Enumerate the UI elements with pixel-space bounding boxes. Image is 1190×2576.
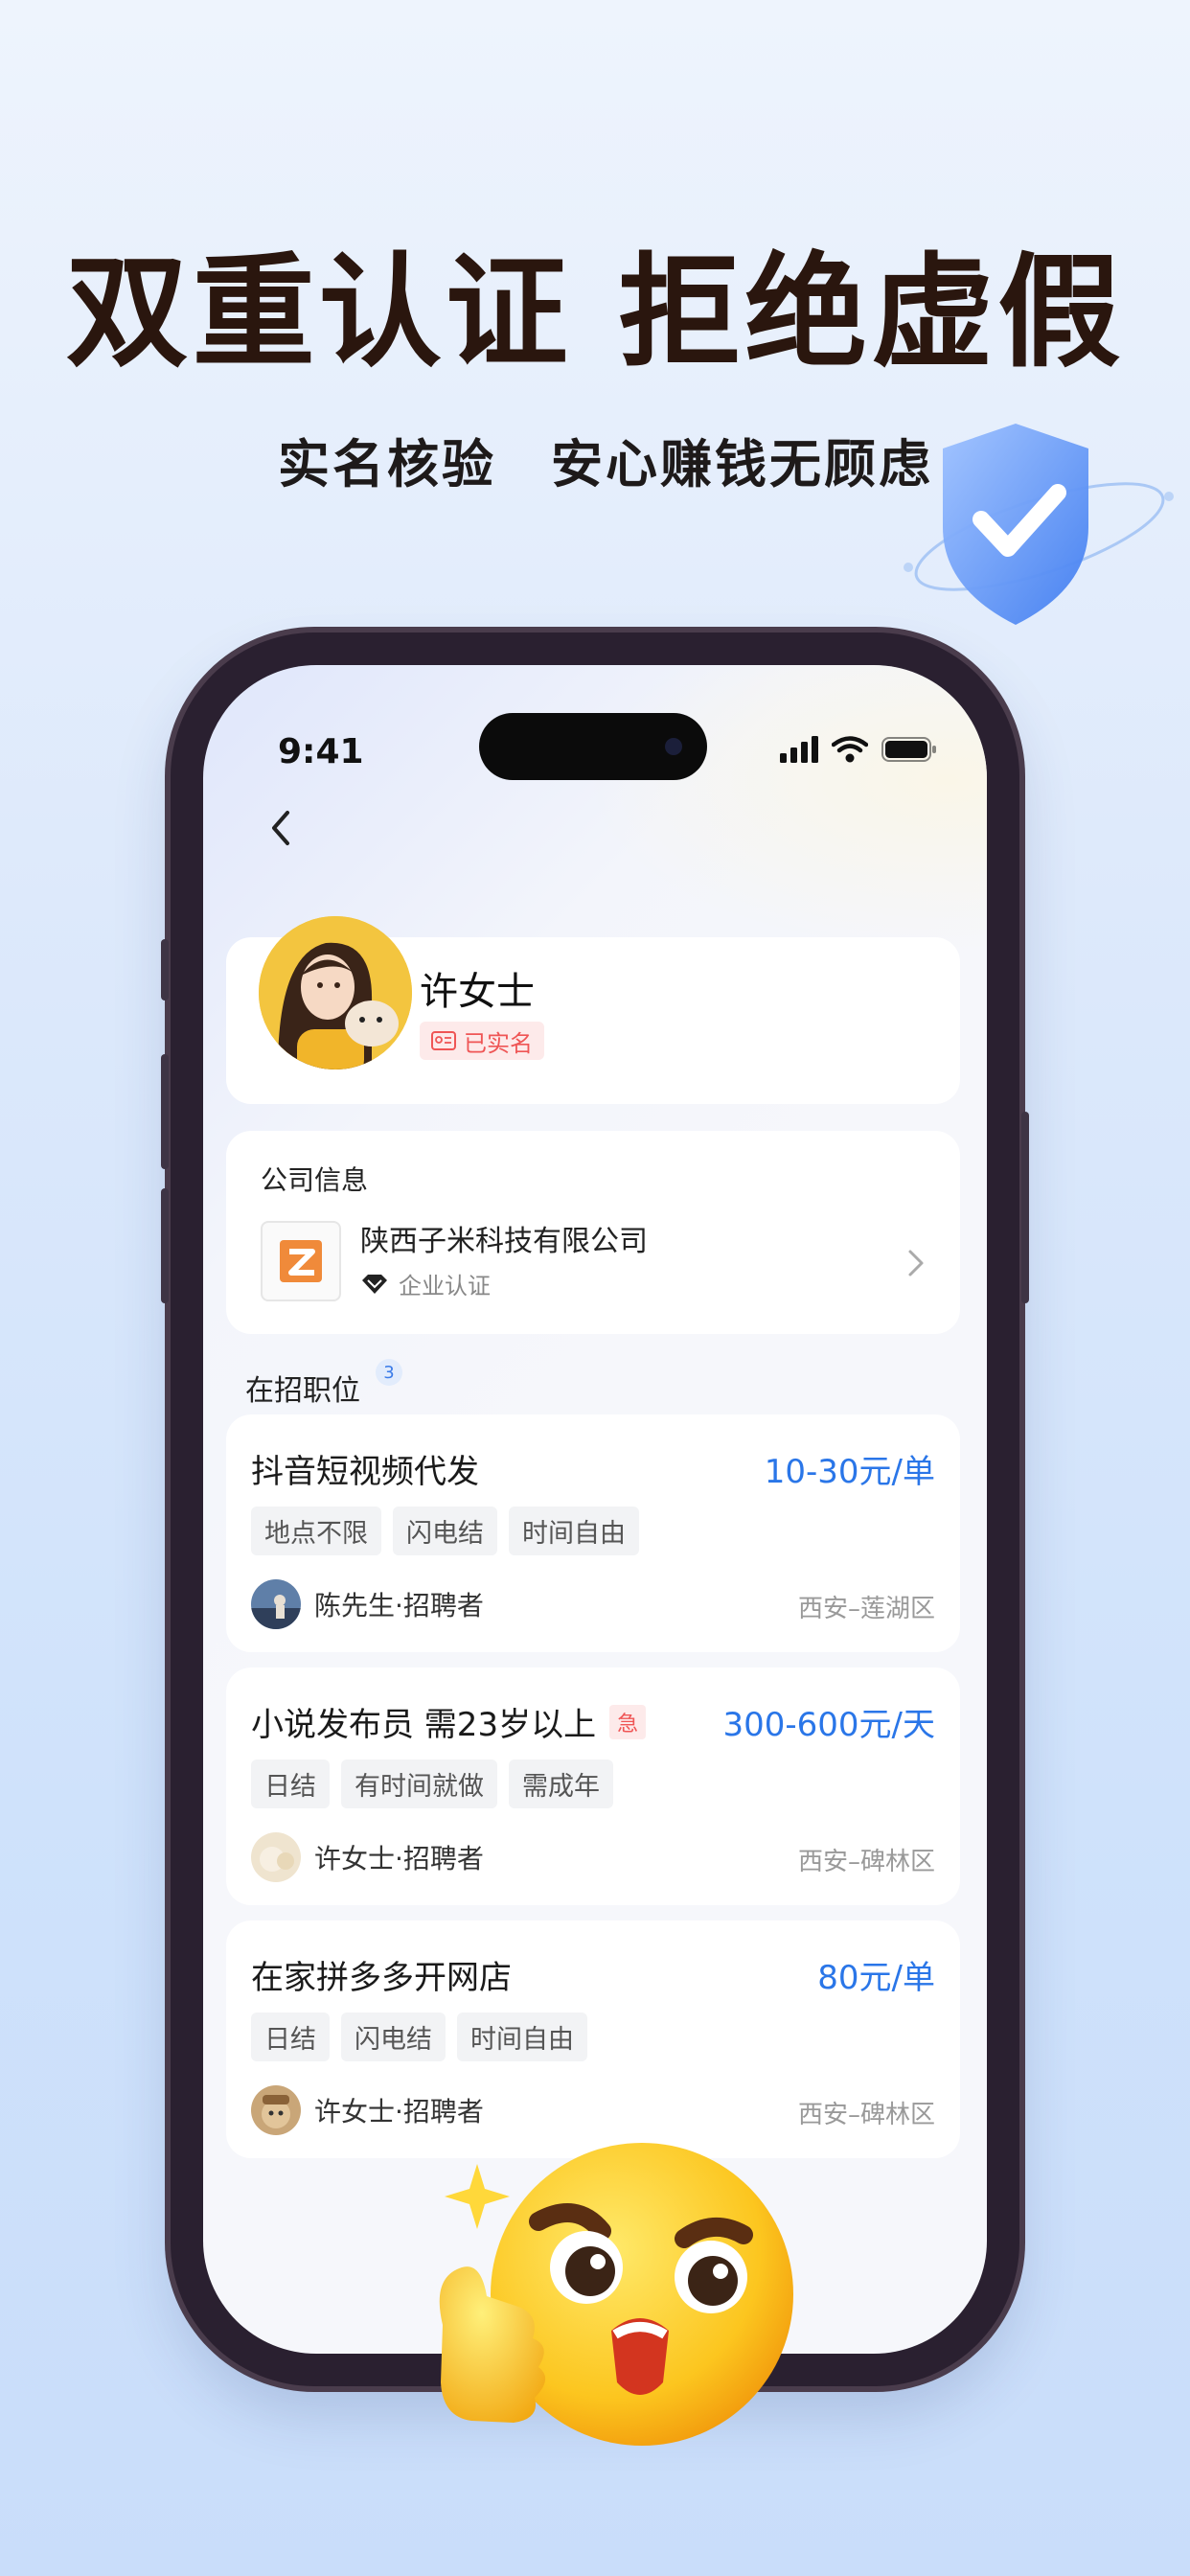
- thumbs-up-emoji-icon: [439, 2143, 793, 2446]
- job-title-text: 在家拼多多开网店: [251, 1959, 512, 1997]
- recruiter-name: 陈先生·招聘者: [314, 1590, 484, 1622]
- jobs-count-badge: 3: [376, 1359, 402, 1386]
- company-name: 陕西子米科技有限公司: [360, 1225, 648, 1258]
- recruiter-name: 许女士·招聘者: [314, 1843, 484, 1874]
- dynamic-island: [479, 713, 707, 780]
- job-salary: 80元/单: [817, 1959, 935, 1997]
- job-card[interactable]: 在家拼多多开网店 80元/单 日结 闪电结 时间自由 许女士·招聘者 西安–碑林…: [226, 1920, 960, 2158]
- company-logo: [261, 1221, 341, 1301]
- job-salary: 300-600元/天: [722, 1706, 935, 1744]
- recruiter-avatar: [251, 1579, 301, 1629]
- back-arrow-icon[interactable]: [253, 799, 310, 857]
- wifi-icon: [832, 736, 868, 763]
- job-title-text: 抖音短视频代发: [251, 1453, 479, 1491]
- job-location: 西安–莲湖区: [797, 1595, 935, 1623]
- company-section-title: 公司信息: [261, 1164, 369, 1196]
- phone-screen: 9:41 许女士 已实名 公司信息 陕西子米科技有限公司 企业认证 在招职位 3…: [203, 665, 987, 2354]
- job-tag: 闪电结: [393, 1506, 497, 1555]
- company-card[interactable]: 公司信息 陕西子米科技有限公司 企业认证: [226, 1131, 960, 1334]
- job-salary: 10-30元/单: [764, 1453, 935, 1491]
- diamond-icon: [362, 1274, 387, 1294]
- battery-icon: [881, 737, 936, 762]
- job-tag: 日结: [251, 2012, 330, 2061]
- job-tag: 地点不限: [251, 1506, 381, 1555]
- job-tag: 时间自由: [509, 1506, 639, 1555]
- recruiter: 许女士·招聘者: [251, 2085, 484, 2135]
- job-title: 抖音短视频代发: [251, 1445, 479, 1492]
- job-location: 西安–碑林区: [797, 1848, 935, 1876]
- job-tags: 日结 闪电结 时间自由: [251, 2012, 587, 2061]
- certification-label: 企业认证: [399, 1273, 491, 1300]
- status-icons: [780, 736, 937, 763]
- shield-check-icon: [904, 424, 1174, 625]
- urgent-badge: 急: [609, 1704, 647, 1739]
- job-tags: 日结 有时间就做 需成年: [251, 1760, 613, 1808]
- job-tag: 需成年: [509, 1760, 613, 1808]
- job-card[interactable]: 小说发布员 需23岁以上 急 300-600元/天 日结 有时间就做 需成年 许…: [226, 1668, 960, 1905]
- promo-subline: 实名核验 安心赚钱无顾虑: [278, 434, 933, 494]
- chevron-right-icon[interactable]: [904, 1248, 927, 1278]
- phone-frame: 9:41 许女士 已实名 公司信息 陕西子米科技有限公司 企业认证 在招职位 3…: [161, 632, 1029, 2386]
- avatar[interactable]: [259, 916, 412, 1070]
- job-title: 小说发布员 需23岁以上 急: [251, 1698, 647, 1745]
- signal-icon: [780, 736, 818, 763]
- recruiter-avatar: [251, 1832, 301, 1882]
- status-time: 9:41: [278, 732, 364, 771]
- verified-label: 已实名: [464, 1029, 533, 1057]
- recruiter-name: 许女士·招聘者: [314, 2096, 484, 2128]
- phone-mute-switch: [161, 939, 169, 1000]
- recruiter: 许女士·招聘者: [251, 1832, 484, 1882]
- job-title: 在家拼多多开网店: [251, 1951, 512, 1998]
- job-card[interactable]: 抖音短视频代发 10-30元/单 地点不限 闪电结 时间自由 陈先生·招聘者 西…: [226, 1414, 960, 1652]
- job-title-text: 小说发布员 需23岁以上: [251, 1706, 597, 1744]
- job-tags: 地点不限 闪电结 时间自由: [251, 1506, 639, 1555]
- recruiter-avatar: [251, 2085, 301, 2135]
- company-certification: 企业认证: [360, 1267, 491, 1300]
- phone-volume-up: [161, 1054, 169, 1169]
- verified-badge: 已实名: [420, 1022, 544, 1060]
- job-tag: 闪电结: [341, 2012, 446, 2061]
- job-tag: 时间自由: [457, 2012, 587, 2061]
- profile-name: 许女士: [420, 970, 535, 1014]
- phone-power-button: [1021, 1112, 1029, 1303]
- phone-volume-down: [161, 1188, 169, 1303]
- job-tag: 有时间就做: [341, 1760, 497, 1808]
- job-tag: 日结: [251, 1760, 330, 1808]
- id-card-icon: [431, 1031, 456, 1050]
- jobs-section-title: 在招职位: [245, 1374, 360, 1408]
- job-location: 西安–碑林区: [797, 2101, 935, 2129]
- recruiter: 陈先生·招聘者: [251, 1579, 484, 1629]
- promo-headline: 双重认证 拒绝虚假: [65, 242, 1125, 384]
